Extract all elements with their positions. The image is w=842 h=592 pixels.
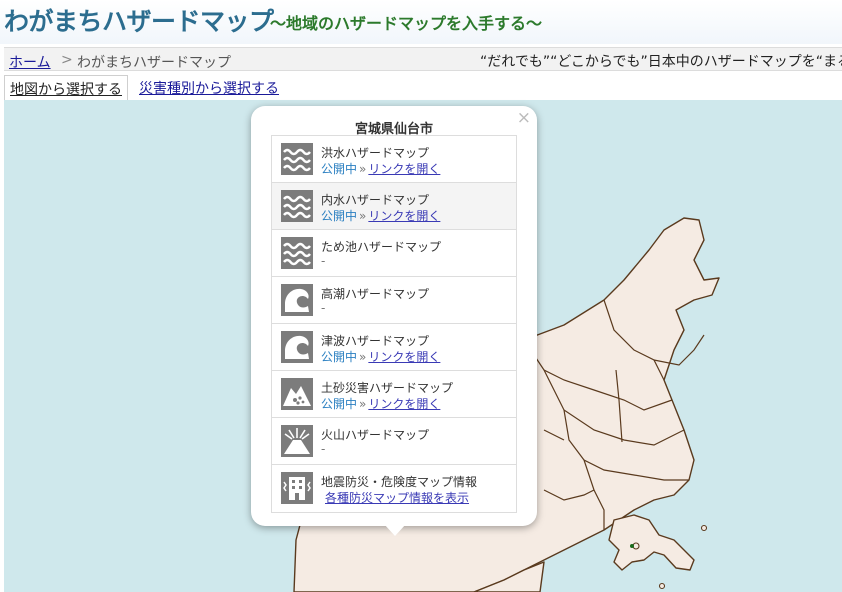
hazard-status: 公開中» リンクを開く — [321, 160, 440, 177]
hazard-item-inland-water: 内水ハザードマップ 公開中» リンクを開く — [272, 183, 516, 230]
hazard-name: ため池ハザードマップ — [321, 240, 442, 254]
city-info-popup: × 宮城県仙台市 洪水ハザードマップ 公開中» リンクを開く 内水ハザードマップ … — [251, 106, 537, 526]
hazard-item-storm-surge: 高潮ハザードマップ - — [272, 277, 516, 324]
landslide-icon — [281, 378, 313, 410]
breadcrumb-home-link[interactable]: ホーム — [9, 52, 51, 72]
hazard-status: 公開中» リンクを開く — [321, 207, 440, 224]
breadcrumb: ホーム > わがまちハザードマップ “だれでも”“どこからでも”日本中のハザード… — [4, 47, 842, 71]
status-arrow: » — [359, 350, 367, 364]
hazard-name: 洪水ハザードマップ — [321, 146, 430, 160]
tab-select-by-disaster-type[interactable]: 災害種別から選択する — [134, 75, 284, 100]
hazard-name: 津波ハザードマップ — [321, 334, 430, 348]
hazard-item-volcano: 火山ハザードマップ - — [272, 418, 516, 465]
city-marker — [630, 544, 634, 548]
storm-surge-icon — [281, 284, 313, 316]
status-arrow: » — [359, 397, 367, 411]
open-link-landslide[interactable]: リンクを開く — [368, 397, 440, 411]
hazard-item-flood: 洪水ハザードマップ 公開中» リンクを開く — [272, 136, 516, 183]
flood-icon — [281, 143, 313, 175]
hazard-name: 火山ハザードマップ — [321, 428, 430, 442]
hazard-status: - — [321, 301, 325, 315]
site-subtitle: ～地域のハザードマップを入手する～ — [270, 14, 543, 33]
volcano-icon — [281, 425, 313, 457]
open-link-flood[interactable]: リンクを開く — [368, 162, 440, 176]
status-published: 公開中 — [321, 162, 358, 176]
show-disaster-map-info-link[interactable]: 各種防災マップ情報を表示 — [325, 489, 469, 506]
popup-pointer — [384, 524, 406, 536]
tab-select-from-map[interactable]: 地図から選択する — [4, 75, 128, 100]
open-link-inland-water[interactable]: リンクを開く — [368, 209, 440, 223]
status-arrow: » — [359, 209, 367, 223]
hazard-status: 公開中» リンクを開く — [321, 348, 440, 365]
island-2 — [700, 524, 708, 532]
hazard-item-earthquake: 地震防災・危険度マップ情報 各種防災マップ情報を表示 — [272, 465, 516, 512]
status-unavailable: - — [321, 301, 326, 315]
hazard-item-tsunami: 津波ハザードマップ 公開中» リンクを開く — [272, 324, 516, 371]
status-arrow: » — [359, 162, 367, 176]
status-published: 公開中 — [321, 397, 358, 411]
page-header: わがまちハザードマップ ～地域のハザードマップを入手する～ — [0, 0, 842, 44]
hazard-item-landslide: 土砂災害ハザードマップ 公開中» リンクを開く — [272, 371, 516, 418]
scrolling-announcement: “だれでも”“どこからでも”日本中のハザードマップを“まる — [480, 54, 842, 70]
status-unavailable: - — [321, 442, 326, 456]
open-link-tsunami[interactable]: リンクを開く — [368, 350, 440, 364]
earthquake-building-icon — [281, 472, 313, 504]
hazard-status: - — [321, 254, 325, 268]
hazard-name: 内水ハザードマップ — [321, 193, 430, 207]
site-title: わがまちハザードマップ — [4, 7, 274, 36]
hazard-name: 高潮ハザードマップ — [321, 287, 430, 301]
hazard-status: - — [321, 442, 325, 456]
reservoir-icon — [281, 237, 313, 269]
tsunami-icon — [281, 331, 313, 363]
breadcrumb-current: わがまちハザードマップ — [77, 55, 231, 71]
island-3 — [658, 582, 666, 590]
selection-tabs: 地図から選択する 災害種別から選択する — [4, 72, 842, 100]
breadcrumb-separator: > — [61, 52, 73, 68]
status-published: 公開中 — [321, 209, 358, 223]
hazard-map-list: 洪水ハザードマップ 公開中» リンクを開く 内水ハザードマップ 公開中» リンクを開… — [271, 135, 517, 513]
hazard-item-reservoir: ため池ハザードマップ - — [272, 230, 516, 277]
hazard-status: 公開中» リンクを開く — [321, 395, 440, 412]
land-peninsula — [608, 514, 695, 571]
status-unavailable: - — [321, 254, 326, 268]
inland-water-icon — [281, 190, 313, 222]
status-published: 公開中 — [321, 350, 358, 364]
hazard-name: 土砂災害ハザードマップ — [321, 381, 454, 395]
hazard-name: 地震防災・危険度マップ情報 — [321, 475, 478, 489]
